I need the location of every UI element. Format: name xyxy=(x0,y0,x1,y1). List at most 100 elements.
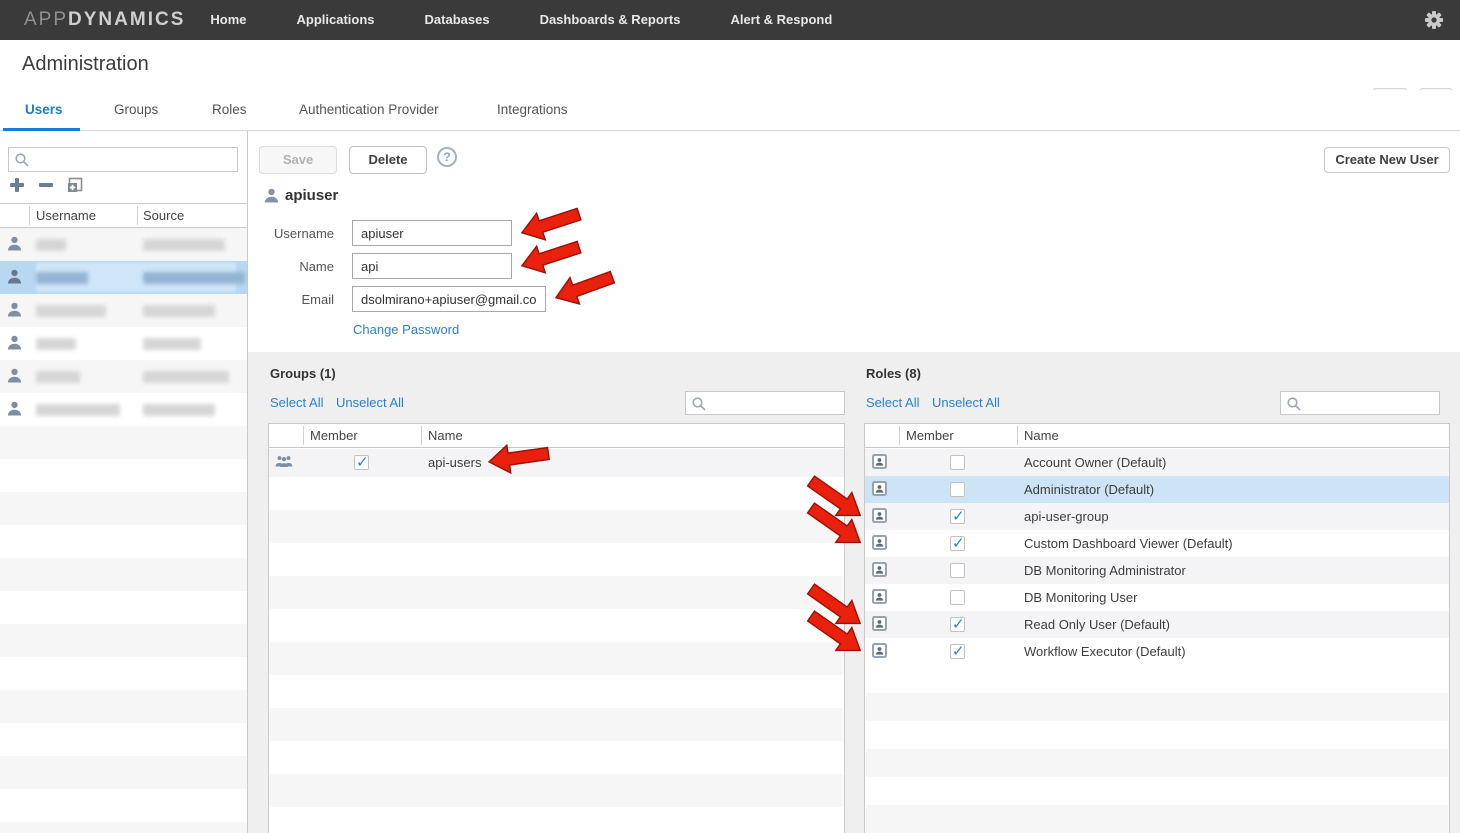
tab-authentication-provider[interactable]: Authentication Provider xyxy=(299,90,439,130)
role-row[interactable]: api-user-group xyxy=(865,503,1449,530)
username-field[interactable] xyxy=(352,220,512,246)
column-header-member[interactable]: Member xyxy=(906,428,954,443)
redacted-username xyxy=(36,239,66,251)
search-icon xyxy=(14,152,30,168)
nav-item-dashboards-reports[interactable]: Dashboards & Reports xyxy=(515,0,706,40)
groups-search-input[interactable] xyxy=(712,393,842,413)
tab-users[interactable]: Users xyxy=(25,90,63,130)
column-header-username[interactable]: Username xyxy=(36,208,96,223)
delete-button[interactable]: Delete xyxy=(349,146,427,174)
member-checkbox[interactable] xyxy=(950,482,965,497)
roles-search-box[interactable] xyxy=(1280,391,1440,415)
create-new-user-button[interactable]: Create New User xyxy=(1324,147,1450,173)
user-search-input[interactable] xyxy=(35,149,235,170)
redacted-source xyxy=(143,305,215,317)
column-divider xyxy=(29,206,30,225)
role-row[interactable]: Account Owner (Default) xyxy=(865,449,1449,476)
user-icon xyxy=(6,400,23,417)
user-list-row-selected[interactable] xyxy=(0,261,247,294)
roles-unselect-all-link[interactable]: Unselect All xyxy=(932,395,1000,410)
member-checkbox[interactable] xyxy=(354,455,369,470)
column-divider xyxy=(421,426,422,445)
role-name: Account Owner (Default) xyxy=(1024,455,1166,470)
member-checkbox[interactable] xyxy=(950,617,965,632)
search-icon xyxy=(691,396,707,412)
admin-tabs: Users Groups Roles Authentication Provid… xyxy=(0,90,1460,131)
redacted-username xyxy=(36,338,76,350)
member-checkbox[interactable] xyxy=(950,509,965,524)
user-search-box[interactable] xyxy=(8,147,238,172)
redacted-username xyxy=(36,404,120,416)
tab-groups[interactable]: Groups xyxy=(114,90,158,130)
group-name: api-users xyxy=(428,455,481,470)
redacted-source xyxy=(143,404,215,416)
column-header-name[interactable]: Name xyxy=(428,428,463,443)
member-checkbox[interactable] xyxy=(950,563,965,578)
member-checkbox[interactable] xyxy=(950,536,965,551)
groups-unselect-all-link[interactable]: Unselect All xyxy=(336,395,404,410)
role-row[interactable]: DB Monitoring User xyxy=(865,584,1449,611)
member-checkbox[interactable] xyxy=(950,644,965,659)
search-icon xyxy=(1286,396,1302,412)
settings-gear-icon[interactable] xyxy=(1424,10,1444,30)
groups-search-box[interactable] xyxy=(685,391,845,415)
roles-search-input[interactable] xyxy=(1307,393,1437,413)
role-badge-icon xyxy=(872,481,887,496)
user-list-row[interactable] xyxy=(0,294,247,327)
redacted-username xyxy=(36,371,80,383)
remove-user-icon[interactable] xyxy=(37,176,55,194)
help-circle-icon[interactable]: ? xyxy=(437,147,457,167)
user-list-toolbar xyxy=(8,176,84,196)
appdynamics-logo[interactable]: APPDYNAMICS xyxy=(24,9,185,31)
user-detail-title: apiuser xyxy=(285,187,338,204)
role-row[interactable]: Custom Dashboard Viewer (Default) xyxy=(865,530,1449,557)
user-icon xyxy=(6,301,23,318)
column-header-name[interactable]: Name xyxy=(1024,428,1059,443)
column-divider xyxy=(137,206,138,225)
redacted-source xyxy=(143,338,201,350)
name-field[interactable] xyxy=(352,253,512,279)
column-header-member[interactable]: Member xyxy=(310,428,358,443)
role-row[interactable]: Workflow Executor (Default) xyxy=(865,638,1449,665)
groups-select-all-link[interactable]: Select All xyxy=(270,395,323,410)
save-button[interactable]: Save xyxy=(259,146,337,174)
nav-item-home[interactable]: Home xyxy=(185,0,271,40)
role-badge-icon xyxy=(872,562,887,577)
email-label: Email xyxy=(234,292,334,307)
annotation-arrow-username xyxy=(516,198,585,249)
name-label: Name xyxy=(234,259,334,274)
add-user-icon[interactable] xyxy=(8,176,26,194)
role-row[interactable]: Read Only User (Default) xyxy=(865,611,1449,638)
roles-panel-title: Roles (8) xyxy=(866,366,921,381)
role-name: Read Only User (Default) xyxy=(1024,617,1170,632)
group-row[interactable]: api-users xyxy=(269,449,844,477)
nav-item-applications[interactable]: Applications xyxy=(272,0,400,40)
user-list-row[interactable] xyxy=(0,228,247,261)
column-divider xyxy=(303,426,304,445)
roles-select-all-link[interactable]: Select All xyxy=(866,395,919,410)
nav-item-alert-respond[interactable]: Alert & Respond xyxy=(705,0,857,40)
nav-item-databases[interactable]: Databases xyxy=(400,0,515,40)
groups-panel-title: Groups (1) xyxy=(270,366,336,381)
member-checkbox[interactable] xyxy=(950,455,965,470)
groups-table-header: Member Name xyxy=(269,424,844,448)
groups-empty-rows xyxy=(270,477,843,833)
user-list-row[interactable] xyxy=(0,393,247,426)
annotation-arrow-email xyxy=(549,261,619,314)
user-list-row[interactable] xyxy=(0,327,247,360)
role-row[interactable]: DB Monitoring Administrator xyxy=(865,557,1449,584)
change-password-link[interactable]: Change Password xyxy=(353,322,459,337)
copy-user-icon[interactable] xyxy=(66,176,84,194)
member-checkbox[interactable] xyxy=(950,590,965,605)
top-navigation-bar: APPDYNAMICS Home Applications Databases … xyxy=(0,0,1460,40)
column-divider xyxy=(899,426,900,445)
page-header: Administration ? xyxy=(0,40,1460,90)
role-row[interactable]: Administrator (Default) xyxy=(865,476,1449,503)
user-icon xyxy=(6,268,23,285)
column-header-source[interactable]: Source xyxy=(143,208,184,223)
tab-integrations[interactable]: Integrations xyxy=(497,90,568,130)
email-field[interactable] xyxy=(352,286,546,312)
user-list-row[interactable] xyxy=(0,360,247,393)
tab-roles[interactable]: Roles xyxy=(212,90,247,130)
page-title: Administration xyxy=(22,53,149,76)
